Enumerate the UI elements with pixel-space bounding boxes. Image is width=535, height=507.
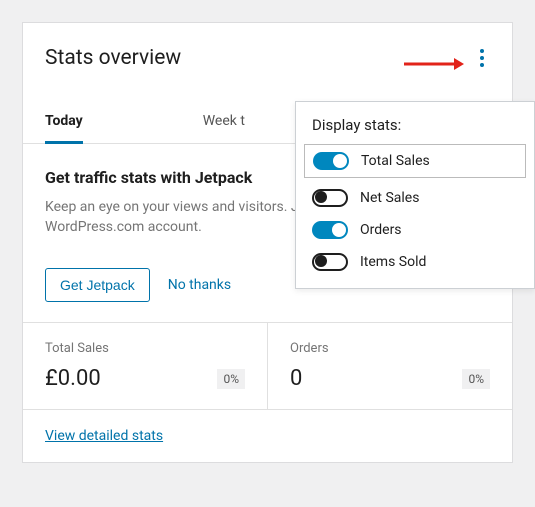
option-total-sales[interactable]: Total Sales (304, 144, 526, 178)
stat-value: £0.00 (45, 366, 245, 391)
tab-week[interactable]: Week t (203, 103, 245, 143)
stat-label: Orders (290, 341, 490, 356)
stat-total-sales: Total Sales £0.00 0% (23, 323, 267, 409)
tab-today[interactable]: Today (45, 103, 83, 144)
stat-delta-badge: 0% (462, 369, 490, 389)
stats-row: Total Sales £0.00 0% Orders 0 0% (23, 322, 512, 409)
toggle-icon[interactable] (313, 152, 349, 170)
stat-label: Total Sales (45, 341, 245, 356)
card-header: Stats overview (23, 23, 512, 85)
option-net-sales[interactable]: Net Sales (296, 182, 534, 214)
stat-orders: Orders 0 0% (267, 323, 512, 409)
get-jetpack-button[interactable]: Get Jetpack (45, 268, 150, 302)
option-label: Total Sales (361, 153, 430, 169)
toggle-icon[interactable] (312, 189, 348, 207)
stat-delta-badge: 0% (217, 369, 245, 389)
popover-title: Display stats: (296, 116, 534, 144)
display-stats-popover: Display stats: Total Sales Net Sales Ord… (295, 101, 535, 289)
ellipsis-menu-icon[interactable] (474, 43, 490, 73)
option-orders[interactable]: Orders (296, 214, 534, 246)
toggle-icon[interactable] (312, 221, 348, 239)
option-label: Orders (360, 222, 402, 238)
annotation-arrow-icon (404, 55, 464, 73)
card-footer: View detailed stats (23, 409, 512, 462)
no-thanks-link[interactable]: No thanks (168, 277, 231, 293)
option-items-sold[interactable]: Items Sold (296, 246, 534, 278)
stat-value: 0 (290, 366, 490, 391)
card-title: Stats overview (45, 46, 181, 70)
option-label: Net Sales (360, 190, 419, 206)
stats-overview-card: Stats overview Today Week t Get traffic … (22, 22, 513, 463)
toggle-icon[interactable] (312, 253, 348, 271)
option-label: Items Sold (360, 254, 426, 270)
view-detailed-stats-link[interactable]: View detailed stats (45, 428, 163, 444)
